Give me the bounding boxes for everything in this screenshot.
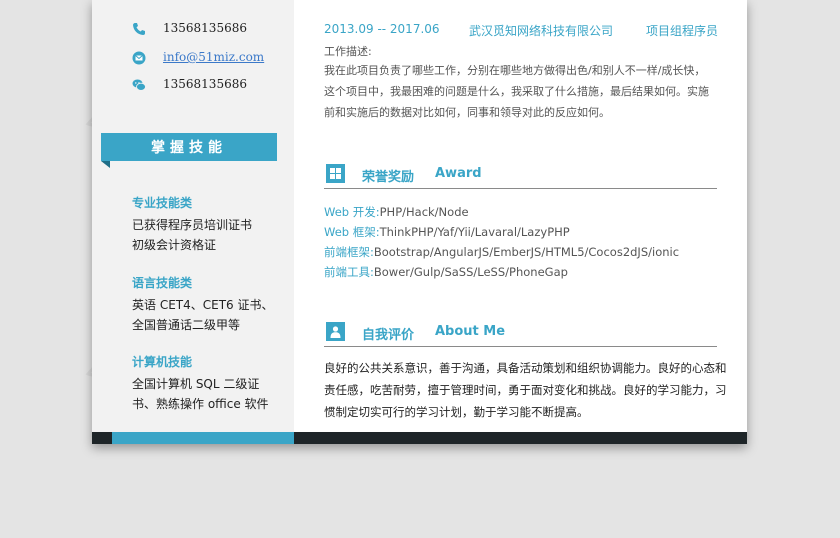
wechat-number: 13568135686: [163, 77, 247, 91]
skill-line: 已获得程序员培训证书: [132, 218, 253, 232]
experience-header: 2013.09 -- 2017.06 武汉觅知网络科技有限公司 项目组程序员: [324, 22, 724, 40]
award-key: Web 框架:: [324, 225, 380, 239]
skill-line: 初级会计资格证: [132, 238, 217, 252]
skill-line: 书、熟练操作 office 软件: [132, 397, 269, 411]
description-label: 工作描述:: [324, 45, 372, 58]
phone-number: 13568135686: [163, 21, 247, 35]
award-key: 前端工具:: [324, 265, 374, 279]
skill-line: 英语 CET4、CET6 证书、: [132, 298, 274, 312]
skills-banner: 掌握技能: [101, 133, 277, 161]
skill-category: 计算机技能: [132, 355, 193, 369]
skill-group: 专业技能类 已获得程序员培训证书 初级会计资格证: [132, 194, 282, 255]
grid-icon: [326, 164, 345, 183]
footer-accent: [112, 432, 294, 444]
award-key: 前端框架:: [324, 245, 374, 259]
experience-period: 2013.09 -- 2017.06: [324, 22, 440, 36]
award-item: 前端工具:Bower/Gulp/SaSS/LeSS/PhoneGap: [324, 264, 568, 280]
contact-phone: 13568135686: [132, 19, 247, 37]
person-icon: [326, 322, 345, 341]
award-key: Web 开发:: [324, 205, 380, 219]
banner-fold: [101, 161, 110, 168]
award-title-cn: 荣誉奖励: [362, 170, 415, 185]
award-value: PHP/Hack/Node: [379, 205, 469, 219]
about-section-header: 自我评价 About Me: [324, 322, 717, 347]
contact-wechat: 13568135686: [132, 75, 247, 93]
award-title-en: Award: [435, 166, 482, 181]
award-value: Bootstrap/AngularJS/EmberJS/HTML5/Cocos2…: [373, 245, 680, 259]
experience-role: 项目组程序员: [645, 24, 718, 38]
about-text: 良好的公共关系意识，善于沟通，具备活动策划和组织协调能力。良好的心态和责任感，吃…: [324, 361, 727, 419]
award-item: Web 开发:PHP/Hack/Node: [324, 204, 469, 220]
email-link[interactable]: info@51miz.com: [163, 50, 264, 64]
experience-company: 武汉觅知网络科技有限公司: [469, 24, 614, 38]
resume-sheet: 13568135686 info@51miz.com 13568135686 掌…: [92, 0, 747, 444]
email-icon: [132, 50, 146, 65]
skill-category: 专业技能类: [132, 196, 193, 210]
award-item: 前端框架:Bootstrap/AngularJS/EmberJS/HTML5/C…: [324, 244, 679, 260]
award-value: Bower/Gulp/SaSS/LeSS/PhoneGap: [373, 265, 568, 279]
description-text: 我在此项目负责了哪些工作，分别在哪些地方做得出色/和别人不一样/成长快，这个项目…: [324, 64, 709, 119]
skill-group: 语言技能类 英语 CET4、CET6 证书、 全国普通话二级甲等: [132, 274, 282, 335]
contact-email: info@51miz.com: [132, 48, 264, 66]
sidebar: 13568135686 info@51miz.com 13568135686 掌…: [92, 0, 294, 432]
skill-line: 全国计算机 SQL 二级证: [132, 377, 260, 391]
award-section-header: 荣誉奖励 Award: [324, 164, 717, 189]
award-item: Web 框架:ThinkPHP/Yaf/Yii/Lavaral/LazyPHP: [324, 224, 570, 240]
phone-icon: [132, 21, 146, 35]
about-title-en: About Me: [435, 324, 506, 339]
about-title-cn: 自我评价: [362, 328, 415, 343]
skill-category: 语言技能类: [132, 276, 193, 290]
wechat-icon: [132, 77, 146, 91]
skill-line: 全国普通话二级甲等: [132, 318, 241, 332]
skill-group: 计算机技能 全国计算机 SQL 二级证 书、熟练操作 office 软件: [132, 353, 282, 414]
award-value: ThinkPHP/Yaf/Yii/Lavaral/LazyPHP: [379, 225, 570, 239]
